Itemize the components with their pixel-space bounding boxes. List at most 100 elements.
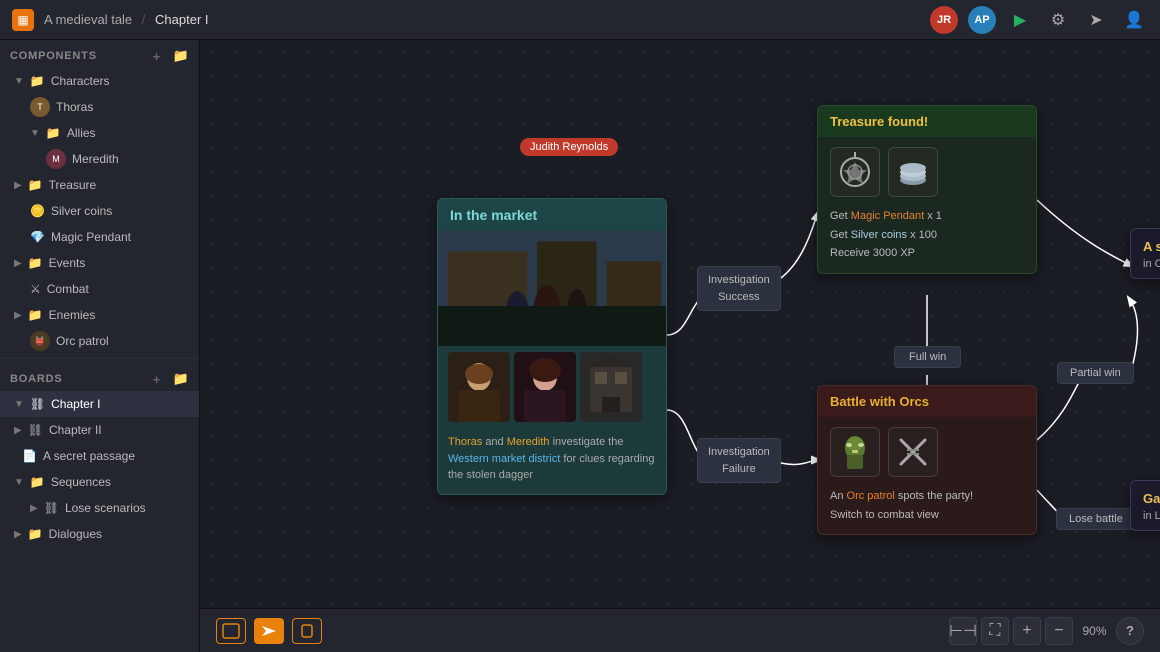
battle-icons	[830, 427, 1024, 477]
avatar-ap[interactable]: AP	[968, 6, 996, 34]
swords-icon	[891, 430, 935, 474]
expand-arrow: ▶	[14, 425, 22, 436]
fullscreen-button[interactable]: ⛶	[981, 617, 1009, 645]
arrow-icon	[260, 623, 278, 639]
node-secret-subtitle: in Chapter II	[1131, 258, 1160, 278]
fit-zoom-button[interactable]: ⊢⊣	[949, 617, 977, 645]
market-scene	[438, 231, 666, 346]
sidebar-item-label: Magic Pendant	[51, 230, 131, 244]
battle-text: An Orc patrol spots the party!Switch to …	[830, 487, 1024, 524]
folder-icon: 📁	[28, 178, 43, 192]
sidebar-item-lose-scenarios[interactable]: ▶ ⛓ Lose scenarios	[0, 495, 199, 521]
zoom-controls: ⊢⊣ ⛶ + − 90% ?	[949, 617, 1144, 645]
market-illustration	[438, 231, 666, 346]
sidebar-item-chapter1[interactable]: ▼ ⛓ Chapter I	[0, 391, 199, 417]
label-partial-win: Partial win	[1057, 362, 1134, 384]
sidebar-item-enemies[interactable]: ▶ 📁 Enemies	[0, 302, 199, 328]
folder-icon: 📁	[28, 308, 43, 322]
folder-icon: 📁	[28, 527, 43, 541]
folder-icon: 📁	[28, 256, 43, 270]
zoom-out-button[interactable]: −	[1045, 617, 1073, 645]
node-battle[interactable]: Battle with Orcs	[817, 385, 1037, 535]
user-button[interactable]: 👤	[1120, 6, 1148, 34]
sidebar-item-allies[interactable]: ▼ 📁 Allies	[0, 120, 199, 146]
node-market-image	[438, 231, 666, 346]
board-icon: ⛓	[30, 397, 45, 411]
node-battle-body: An Orc patrol spots the party!Switch to …	[818, 417, 1036, 534]
swords-icon-box	[888, 427, 938, 477]
boards-label: BOARDS	[10, 373, 62, 385]
expand-arrow: ▼	[14, 477, 24, 488]
sidebar-item-label: Thoras	[56, 100, 93, 114]
coins-icon	[893, 152, 933, 192]
expand-arrow: ▼	[14, 76, 24, 87]
expand-arrow: ▶	[30, 503, 38, 514]
node-treasure-header: Treasure found!	[818, 106, 1036, 137]
sidebar-item-label: Treasure	[49, 178, 97, 192]
components-folder-button[interactable]: 📁	[173, 48, 189, 64]
treasure-icons	[830, 147, 1024, 197]
node-battle-header: Battle with Orcs	[818, 386, 1036, 417]
breadcrumb: A medieval tale / Chapter I	[44, 12, 209, 27]
treasure-text: Get Magic Pendant x 1 Get Silver coins x…	[830, 207, 1024, 263]
sidebar: COMPONENTS + 📁 ▼ 📁 Characters T Thoras ▼…	[0, 40, 200, 652]
sidebar-item-meredith[interactable]: M Meredith	[0, 146, 199, 172]
building-icon	[580, 352, 642, 422]
node-market[interactable]: In the market	[437, 198, 667, 495]
sidebar-item-thoras[interactable]: T Thoras	[0, 94, 199, 120]
label-lose-battle: Lose battle	[1056, 508, 1136, 530]
sidebar-item-label: Orc patrol	[56, 334, 109, 348]
node-treasure[interactable]: Treasure found!	[817, 105, 1037, 274]
frame-button[interactable]	[216, 618, 246, 644]
components-add-button[interactable]: +	[149, 48, 165, 64]
sidebar-item-chapter2[interactable]: ▶ ⛓ Chapter II	[0, 417, 199, 443]
avatar-orc: 👹	[30, 331, 50, 351]
combat-icon: ⚔	[30, 282, 41, 296]
sidebar-item-label: Dialogues	[49, 527, 102, 541]
sidebar-item-events[interactable]: ▶ 📁 Events	[0, 250, 199, 276]
arrow-button[interactable]	[254, 618, 284, 644]
avatar-jr[interactable]: JR	[930, 6, 958, 34]
sidebar-item-label: Allies	[67, 126, 96, 140]
folder-icon: 📁	[30, 74, 45, 88]
expand-arrow: ▼	[30, 128, 40, 139]
help-button[interactable]: ?	[1116, 617, 1144, 645]
sidebar-item-label: Enemies	[49, 308, 96, 322]
node-secret-passage[interactable]: A secret passage in Chapter II	[1130, 228, 1160, 279]
node-market-body: Thoras and Meredith investigate the West…	[438, 231, 666, 494]
boards-add-button[interactable]: +	[149, 371, 165, 387]
sidebar-item-combat[interactable]: ⚔ Combat	[0, 276, 199, 302]
expand-arrow: ▶	[14, 258, 22, 269]
boards-folder-button[interactable]: 📁	[173, 371, 189, 387]
node-gameover-header: Game over IV	[1131, 481, 1160, 510]
label-investigation-success: InvestigationSuccess	[697, 266, 781, 311]
node-gameover-subtitle: in Lose scenarios	[1131, 510, 1160, 530]
avatar-meredith: M	[46, 149, 66, 169]
sidebar-item-characters[interactable]: ▼ 📁 Characters	[0, 68, 199, 94]
board-icon: ⛓	[44, 501, 59, 515]
play-button[interactable]: ▶	[1006, 6, 1034, 34]
components-header: COMPONENTS + 📁	[0, 40, 199, 68]
sidebar-item-label: Chapter I	[51, 397, 100, 411]
sidebar-item-label: Sequences	[51, 475, 111, 489]
node-gameover[interactable]: Game over IV in Lose scenarios	[1130, 480, 1160, 531]
sidebar-item-secret-passage[interactable]: 📄 A secret passage	[0, 443, 199, 469]
sidebar-item-magic-pendant[interactable]: 💎 Magic Pendant	[0, 224, 199, 250]
diamond-button[interactable]	[292, 618, 322, 644]
settings-button[interactable]: ⚙	[1044, 6, 1072, 34]
sidebar-item-orc-patrol[interactable]: 👹 Orc patrol	[0, 328, 199, 354]
sidebar-item-label: Characters	[51, 74, 110, 88]
thoras-ref: Thoras	[448, 436, 482, 448]
sidebar-item-sequences[interactable]: ▼ 📁 Sequences	[0, 469, 199, 495]
zoom-in-button[interactable]: +	[1013, 617, 1041, 645]
send-button[interactable]: ➤	[1082, 6, 1110, 34]
boards-header: BOARDS + 📁	[0, 363, 199, 391]
node-treasure-body: Get Magic Pendant x 1 Get Silver coins x…	[818, 137, 1036, 273]
sidebar-item-dialogues[interactable]: ▶ 📁 Dialogues	[0, 521, 199, 547]
sidebar-item-silver-coins[interactable]: 🪙 Silver coins	[0, 198, 199, 224]
components-label: COMPONENTS	[10, 50, 97, 62]
canvas[interactable]: Judith Reynolds In the market	[200, 40, 1160, 652]
folder-icon: 📁	[46, 126, 61, 140]
sidebar-item-treasure[interactable]: ▶ 📁 Treasure	[0, 172, 199, 198]
expand-arrow: ▶	[14, 180, 22, 191]
